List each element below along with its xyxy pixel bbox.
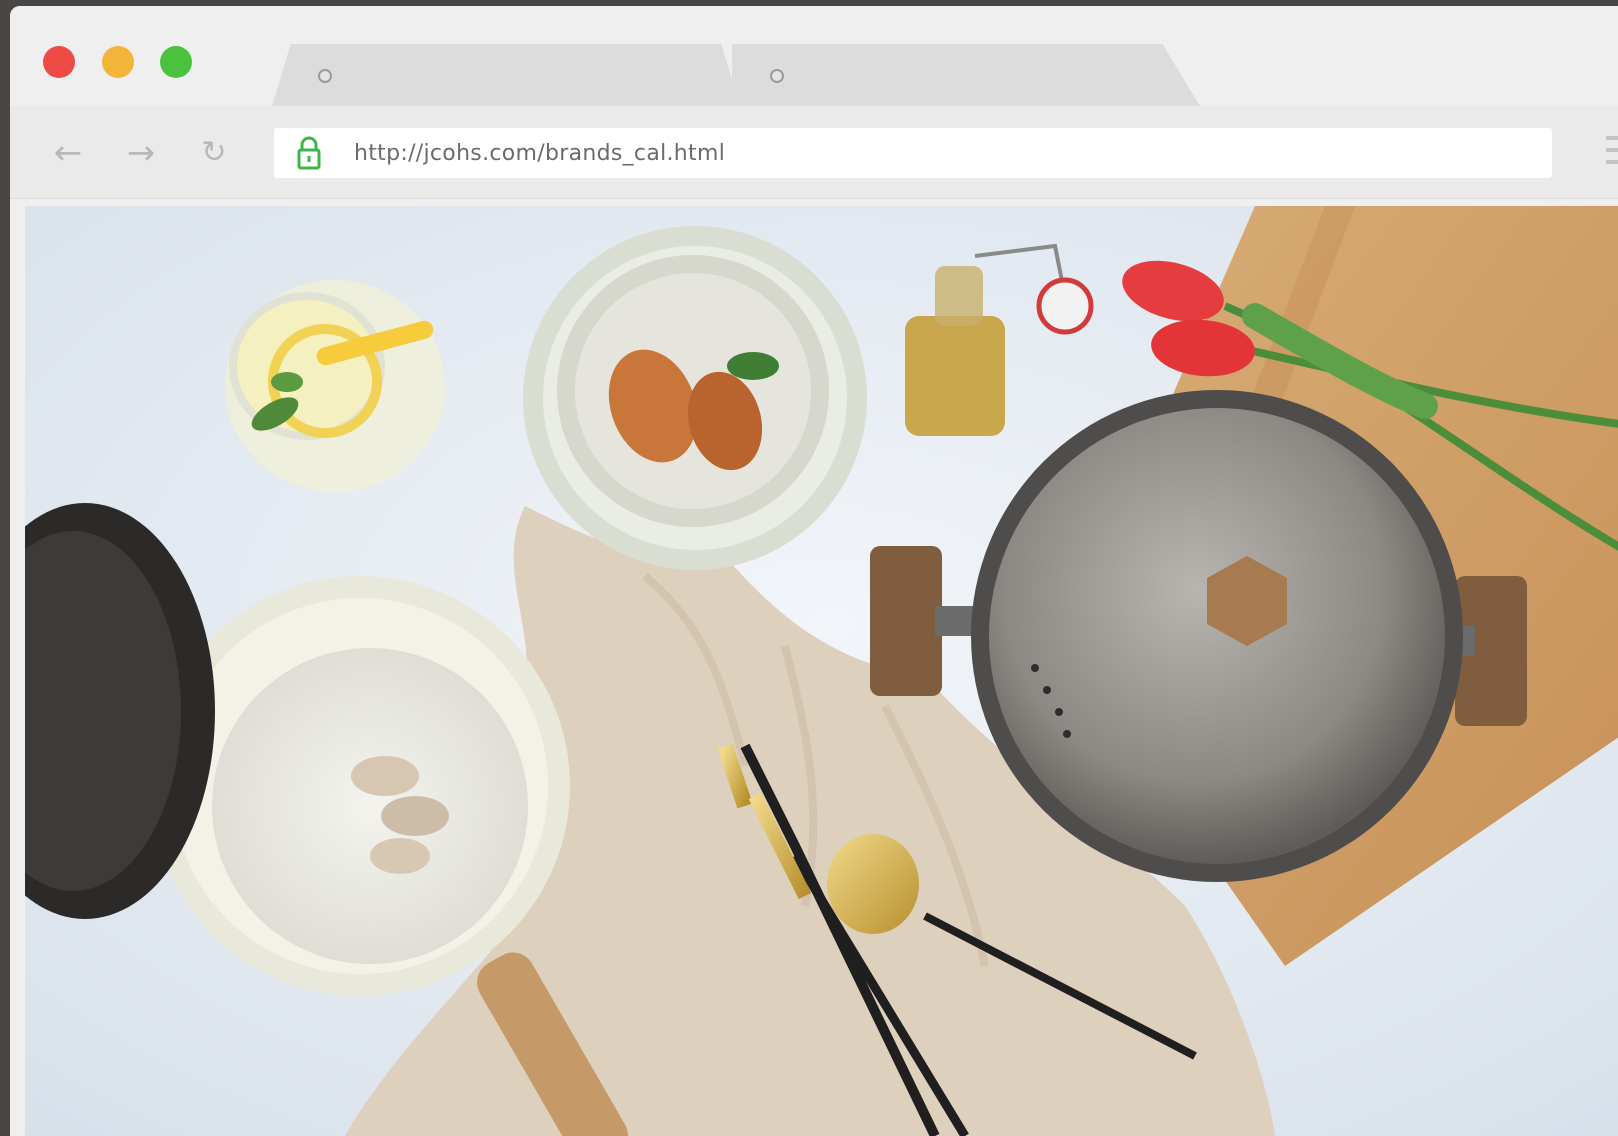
browser-tab-2[interactable] [732,44,1200,106]
hamburger-menu-icon[interactable] [1606,136,1618,166]
page-hero-image [25,206,1618,1136]
title-bar [10,6,1618,106]
browser-window: ← → ↻ http://jcohs.com/brands_cal.html [10,6,1618,1136]
plates-with-pastry [523,226,867,570]
back-arrow-icon[interactable]: ← [50,136,86,170]
close-window-button[interactable] [43,46,75,78]
address-bar[interactable]: http://jcohs.com/brands_cal.html [274,128,1552,178]
lock-icon [297,136,321,170]
maximize-window-button[interactable] [160,46,192,78]
url-text: http://jcohs.com/brands_cal.html [354,141,726,166]
browser-tab-1[interactable] [272,44,740,106]
lemonade-glass [225,280,445,492]
browser-toolbar: ← → ↻ http://jcohs.com/brands_cal.html [10,106,1618,199]
tab-favicon-icon [318,69,332,83]
tabletop-cookware-photo [25,206,1618,1136]
reload-icon[interactable]: ↻ [196,138,232,168]
forward-arrow-icon[interactable]: → [123,136,159,170]
minimize-window-button[interactable] [102,46,134,78]
tab-favicon-icon [770,69,784,83]
